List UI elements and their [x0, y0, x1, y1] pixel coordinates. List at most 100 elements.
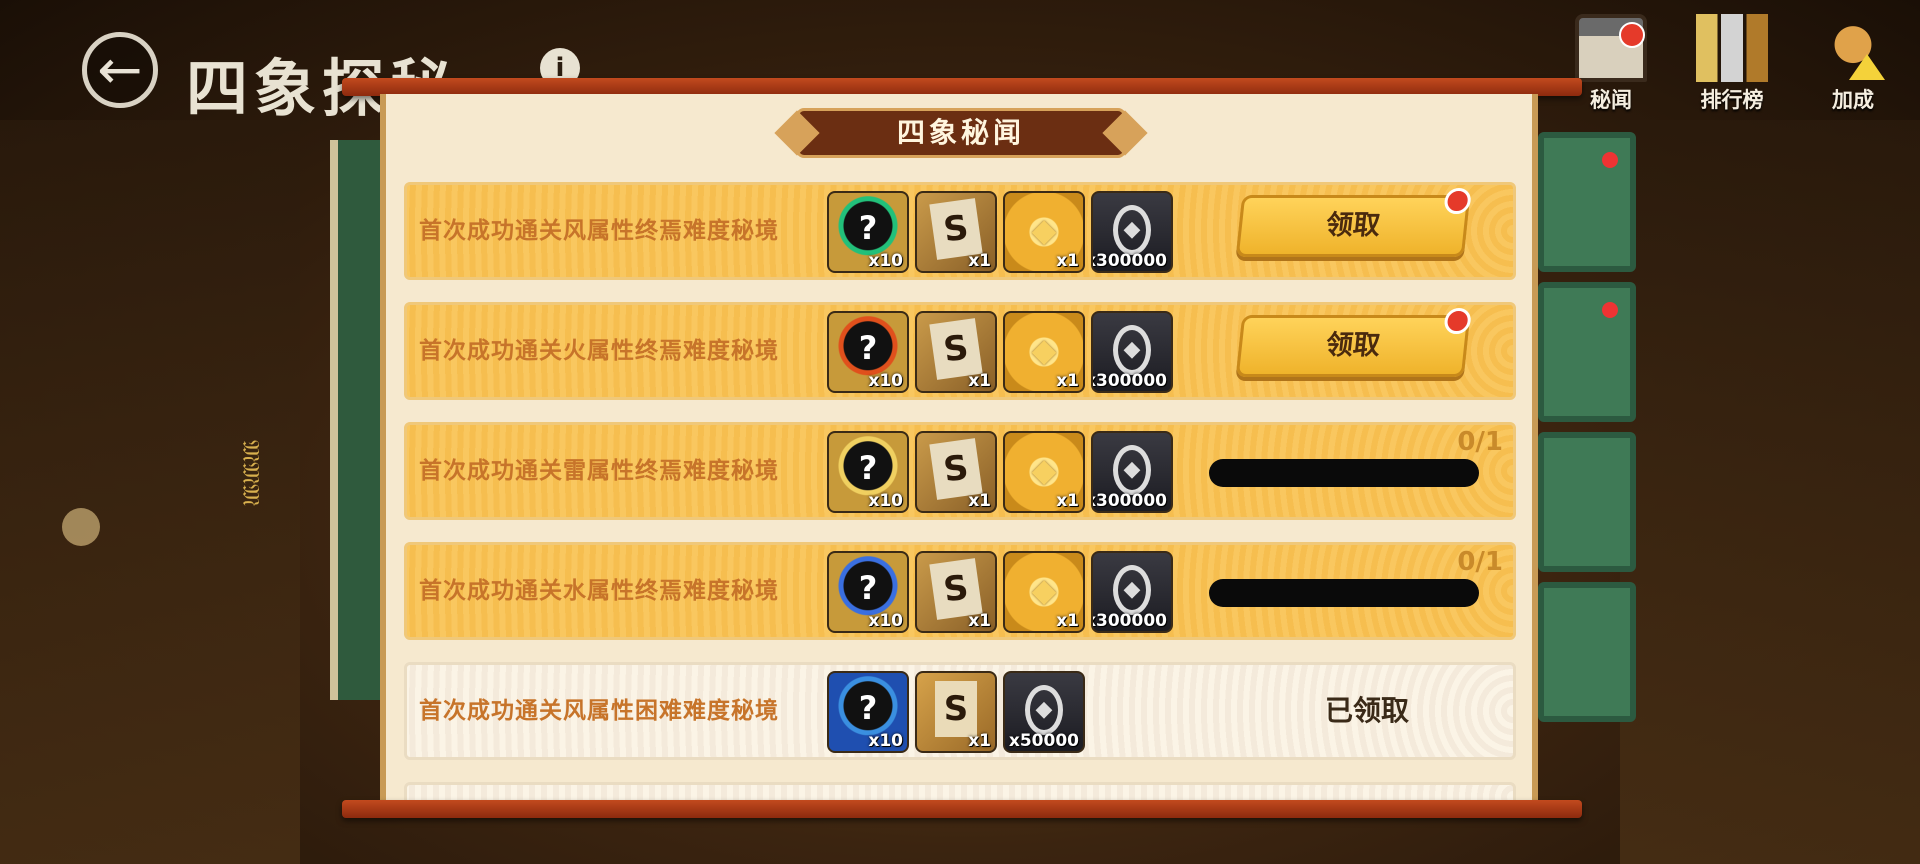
- top-button-notices[interactable]: 秘闻: [1556, 14, 1666, 114]
- task-description: 首次成功通关水属性终焉难度秘境: [419, 578, 779, 604]
- reward-quantity: x300000: [1091, 491, 1167, 511]
- notification-dot: [1619, 22, 1645, 48]
- scroll-rod-bottom: [342, 800, 1582, 818]
- reward-quantity: x1: [968, 491, 991, 511]
- reward-quantity: x1: [968, 251, 991, 271]
- reward-item[interactable]: ? x10: [827, 311, 909, 393]
- reward-list: ? x10 Sx1 ◆ x1 ◆ x300000: [827, 431, 1173, 513]
- reward-item[interactable]: ◆ x1: [1003, 191, 1085, 273]
- reward-item[interactable]: ◆ x1: [1003, 311, 1085, 393]
- gold-bundle-icon: ◆: [1031, 211, 1057, 249]
- top-button-label: 加成: [1832, 88, 1874, 112]
- reward-item[interactable]: Sx1: [915, 551, 997, 633]
- top-button-label: 排行榜: [1700, 88, 1764, 112]
- claim-button-label: 领取: [1324, 210, 1382, 241]
- reward-item[interactable]: ◆ x50000: [1003, 671, 1085, 753]
- reward-quantity: x300000: [1091, 611, 1167, 631]
- claim-button-label: 领取: [1324, 330, 1382, 361]
- task-row: 首次成功通关火属性终焉难度秘境? x10 Sx1 ◆ x1 ◆ x300000 领取: [404, 302, 1516, 400]
- reward-quantity: x50000: [1008, 731, 1079, 751]
- notice-board-icon: [1575, 14, 1647, 82]
- coin-icon: ◆: [1113, 325, 1151, 375]
- task-description: 首次成功通关风属性困难难度秘境: [419, 698, 779, 724]
- progress-text: 0/1: [1457, 547, 1503, 577]
- reward-list: ? x10 Sx1 ◆ x1 ◆ x300000: [827, 191, 1173, 273]
- task-row: 首次成功通关雷属性终焉难度秘境? x10 Sx1 ◆ x1 ◆ x300000 0/1: [404, 422, 1516, 520]
- reward-quantity: x10: [868, 491, 903, 511]
- reward-list: ? x10 Sx1 ◆ x1 ◆ x300000: [827, 551, 1173, 633]
- notification-dot: [1602, 152, 1618, 168]
- bonus-up-icon: [1817, 14, 1889, 82]
- progress-bar: [1209, 579, 1479, 607]
- background-lantern: [62, 508, 100, 546]
- reward-list: ? x10 Sx1 ◆ x1 ◆ x300000: [827, 311, 1173, 393]
- claim-button[interactable]: 领取: [1235, 308, 1472, 377]
- ranking-icon: [1696, 14, 1768, 82]
- notification-dot: [1443, 188, 1472, 214]
- claim-button[interactable]: 领取: [1235, 188, 1472, 257]
- task-row: [404, 782, 1516, 800]
- scroll-icon: S: [935, 681, 977, 737]
- task-description: 首次成功通关风属性终焉难度秘境: [419, 218, 779, 244]
- mystery-orb-green-icon: ?: [858, 209, 878, 247]
- reward-item[interactable]: ? x10: [827, 191, 909, 273]
- reward-item[interactable]: ◆ x300000: [1091, 431, 1173, 513]
- reward-item[interactable]: Sx1: [915, 671, 997, 753]
- side-tab[interactable]: [1538, 132, 1636, 272]
- reward-quantity: x1: [968, 611, 991, 631]
- dialog-title: 四象秘闻: [796, 108, 1126, 158]
- reward-quantity: x1: [1056, 371, 1079, 391]
- reward-quantity: x10: [868, 731, 903, 751]
- gold-bundle-icon: ◆: [1031, 331, 1057, 369]
- reward-item[interactable]: Sx1: [915, 191, 997, 273]
- reward-item[interactable]: ◆ x1: [1003, 431, 1085, 513]
- reward-item[interactable]: ◆ x300000: [1091, 551, 1173, 633]
- claimed-status: 已领取: [1324, 694, 1409, 727]
- background-pillar: [1620, 120, 1920, 864]
- gold-bundle-icon: ◆: [1031, 451, 1057, 489]
- reward-quantity: x1: [1056, 611, 1079, 631]
- coin-icon: ◆: [1025, 685, 1063, 735]
- reward-item[interactable]: ? x10: [827, 431, 909, 513]
- reward-dialog: 四象秘闻 首次成功通关风属性终焉难度秘境? x10 Sx1 ◆ x1 ◆ x300000 领取…: [380, 94, 1538, 800]
- reward-item[interactable]: Sx1: [915, 431, 997, 513]
- background-vertical-text: 𝔐𝔐𝔐: [237, 440, 265, 507]
- reward-quantity: x1: [968, 731, 991, 751]
- top-button-ranking[interactable]: 排行榜: [1677, 14, 1787, 114]
- reward-item[interactable]: ◆ x300000: [1091, 311, 1173, 393]
- reward-quantity: x10: [868, 371, 903, 391]
- mystery-orb-blue-icon: ?: [858, 689, 878, 727]
- reward-quantity: x1: [1056, 251, 1079, 271]
- reward-item[interactable]: ◆ x1: [1003, 551, 1085, 633]
- progress-bar: [1209, 459, 1479, 487]
- top-button-label: 秘闻: [1590, 88, 1632, 112]
- reward-quantity: x1: [968, 371, 991, 391]
- reward-quantity: x300000: [1091, 371, 1167, 391]
- notification-dot: [1443, 308, 1472, 334]
- gold-bundle-icon: ◆: [1031, 571, 1057, 609]
- reward-item[interactable]: ◆ x300000: [1091, 191, 1173, 273]
- back-arrow-icon: ←: [97, 38, 143, 101]
- side-tab[interactable]: [1538, 582, 1636, 722]
- task-row: 首次成功通关水属性终焉难度秘境? x10 Sx1 ◆ x1 ◆ x300000 0/1: [404, 542, 1516, 640]
- reward-quantity: x1: [1056, 491, 1079, 511]
- side-tab[interactable]: [1538, 432, 1636, 572]
- side-tab[interactable]: [1538, 282, 1636, 422]
- task-description: 首次成功通关雷属性终焉难度秘境: [419, 458, 779, 484]
- reward-quantity: x300000: [1091, 251, 1167, 271]
- mystery-orb-gold-icon: ?: [858, 449, 878, 487]
- back-button[interactable]: ←: [82, 32, 158, 108]
- top-button-bonus[interactable]: 加成: [1798, 14, 1908, 114]
- task-row: 首次成功通关风属性终焉难度秘境? x10 Sx1 ◆ x1 ◆ x300000 领取: [404, 182, 1516, 280]
- reward-item[interactable]: Sx1: [915, 311, 997, 393]
- reward-list: ? x10 Sx1 ◆ x50000: [827, 671, 1085, 753]
- reward-quantity: x10: [868, 611, 903, 631]
- reward-item[interactable]: ? x10: [827, 551, 909, 633]
- reward-item[interactable]: ? x10: [827, 671, 909, 753]
- task-row: 首次成功通关风属性困难难度秘境? x10 Sx1 ◆ x50000 已领取: [404, 662, 1516, 760]
- mystery-orb-red-icon: ?: [858, 329, 878, 367]
- mystery-orb-blue-icon: ?: [858, 569, 878, 607]
- task-description: 首次成功通关火属性终焉难度秘境: [419, 338, 779, 364]
- reward-quantity: x10: [868, 251, 903, 271]
- coin-icon: ◆: [1113, 445, 1151, 495]
